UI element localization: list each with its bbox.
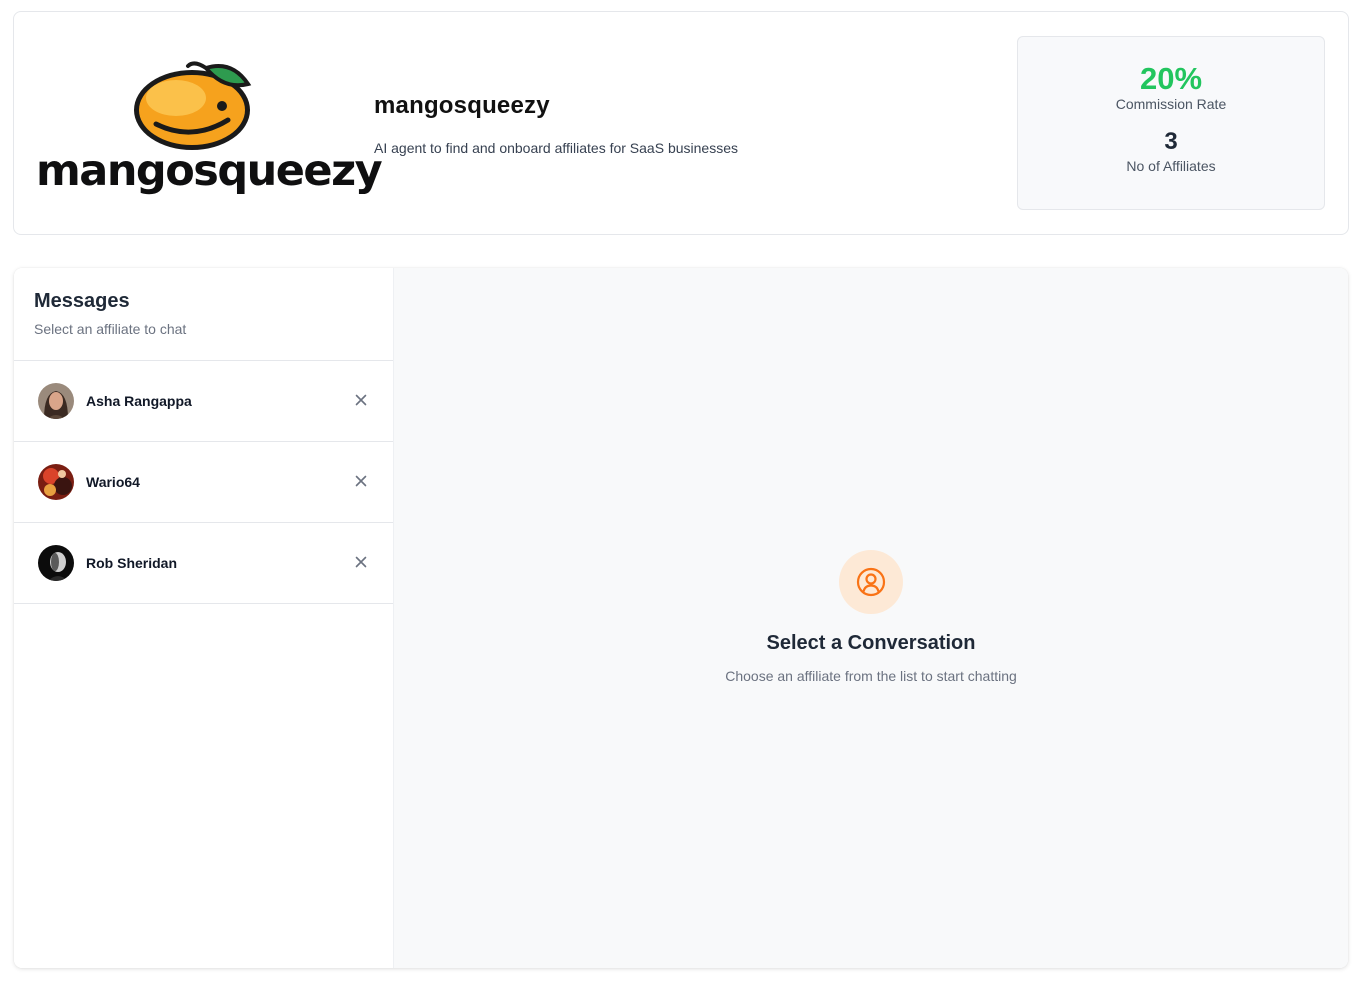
affiliate-item[interactable]: Rob Sheridan xyxy=(14,523,393,604)
affiliate-count-label: No of Affiliates xyxy=(1126,158,1216,174)
affiliate-count-value: 3 xyxy=(1164,128,1178,155)
messages-panel: Messages Select an affiliate to chat Ash… xyxy=(14,268,1348,968)
empty-state-title: Select a Conversation xyxy=(766,632,976,654)
brand-logo-wordmark: mangosqueezy xyxy=(36,146,383,196)
empty-state-icon-circle xyxy=(839,550,903,614)
conversation-pane: Select a Conversation Choose an affiliat… xyxy=(394,268,1348,968)
avatar xyxy=(38,383,74,419)
affiliate-item[interactable]: Wario64 xyxy=(14,442,393,523)
commission-rate-label: Commission Rate xyxy=(1115,96,1227,112)
close-icon[interactable] xyxy=(352,391,370,409)
affiliate-name: Asha Rangappa xyxy=(86,393,192,409)
close-icon[interactable] xyxy=(352,472,370,490)
program-stats: 20% Commission Rate 3 No of Affiliates xyxy=(1017,36,1325,210)
close-icon[interactable] xyxy=(352,553,370,571)
messages-subtitle: Select an affiliate to chat xyxy=(34,321,187,337)
sidebar-header: Messages Select an affiliate to chat xyxy=(14,268,393,361)
user-circle-icon xyxy=(856,567,886,597)
affiliate-name: Wario64 xyxy=(86,474,140,490)
avatar xyxy=(38,545,74,581)
messages-title: Messages xyxy=(34,290,130,312)
brand-logo: mangosqueezy xyxy=(36,46,383,206)
program-header-card: mangosqueezy mangosqueezy AI agent to fi… xyxy=(13,11,1349,235)
empty-state-subtitle: Choose an affiliate from the list to sta… xyxy=(725,668,1017,684)
affiliate-item[interactable]: Asha Rangappa xyxy=(14,361,393,442)
brand-name: mangosqueezy xyxy=(374,92,550,119)
avatar xyxy=(38,464,74,500)
affiliate-name: Rob Sheridan xyxy=(86,555,178,571)
brand-description: AI agent to find and onboard affiliates … xyxy=(374,140,738,156)
affiliate-sidebar: Messages Select an affiliate to chat Ash… xyxy=(14,268,394,968)
commission-rate-value: 20% xyxy=(1139,61,1203,96)
mango-icon xyxy=(134,61,252,150)
brand-info: mangosqueezy AI agent to find and onboar… xyxy=(374,92,738,156)
